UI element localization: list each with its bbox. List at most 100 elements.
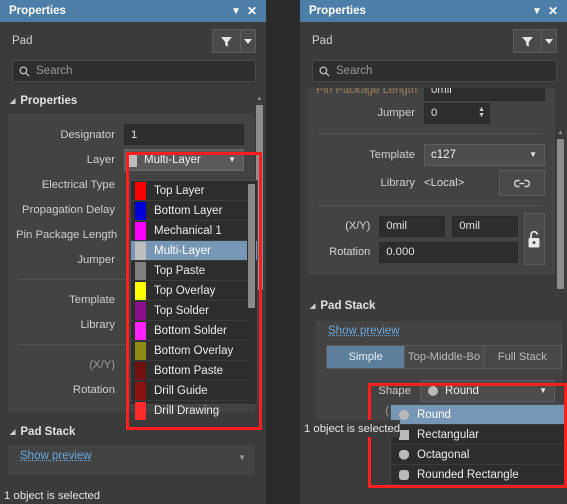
properties-section-label: Properties: [20, 95, 78, 107]
right-object-row: Pad: [300, 22, 567, 60]
left-object-row: Pad: [0, 22, 266, 60]
search-input[interactable]: Search: [312, 60, 557, 82]
layer-dropdown-scrollbar[interactable]: [247, 182, 256, 403]
layer-option[interactable]: Top Layer: [131, 181, 257, 201]
layer-option-label: Mechanical 1: [154, 224, 222, 237]
close-icon[interactable]: ✕: [545, 3, 561, 19]
jumper-value: 0: [431, 107, 438, 119]
layer-dropdown-list[interactable]: Top Layer Bottom Layer Mechanical 1 Multi-L…: [130, 180, 258, 421]
close-icon[interactable]: ✕: [244, 3, 260, 19]
layer-option[interactable]: Bottom Solder: [131, 321, 257, 341]
properties-section-header[interactable]: ◢ Properties: [0, 91, 266, 111]
layer-color-swatch: [135, 381, 146, 400]
link-icon[interactable]: [499, 170, 545, 196]
filter-dropdown-chevron-down-icon[interactable]: [240, 29, 256, 53]
y-input[interactable]: 0mil: [452, 215, 519, 237]
pad-stack-mode-top-middle-bottom[interactable]: Top-Middle-Bo: [405, 346, 484, 368]
pad-stack-chevron-down-icon[interactable]: ▼: [238, 453, 246, 462]
layer-option[interactable]: Drill Guide: [131, 381, 257, 401]
layer-option[interactable]: Multi-Layer: [131, 241, 257, 261]
pad-stack-mode-full-stack[interactable]: Full Stack: [483, 346, 561, 368]
pad-stack-section-header[interactable]: ◢ Pad Stack: [300, 296, 375, 316]
pad-stack-mode-simple[interactable]: Simple: [327, 346, 406, 368]
shape-dropdown-list[interactable]: Round Rectangular Octagonal Rounded Rectang…: [390, 404, 565, 486]
layer-color-swatch: [135, 201, 146, 220]
rotation-input[interactable]: 0.000: [379, 241, 519, 263]
right-panel-scrollbar[interactable]: ▲: [556, 130, 565, 300]
pin-package-length-input[interactable]: 0mil: [424, 88, 545, 101]
octagon-icon: [399, 449, 409, 460]
chevron-down-icon[interactable]: ▼: [228, 3, 244, 19]
left-status-bar: 1 object is selected: [0, 487, 101, 504]
layer-option[interactable]: Bottom Overlay: [131, 341, 257, 361]
xy-label: (X/Y): [345, 220, 371, 232]
layer-color-swatch: [135, 361, 146, 380]
right-panel-scroll-thumb[interactable]: [557, 139, 564, 289]
xy-label: (X/Y): [89, 358, 115, 371]
right-properties-card: Pin Package Length 0mil Jumper 0 ▲ ▼ Temp…: [308, 88, 555, 275]
layer-option-label: Top Overlay: [154, 284, 216, 297]
pad-stack-mode-segmented: Simple Top-Middle-Bo Full Stack: [326, 345, 562, 369]
layer-color-swatch: [135, 181, 146, 200]
shape-option[interactable]: Rounded Rectangle: [391, 465, 564, 485]
pin-package-length-value: 0mil: [431, 88, 452, 96]
shape-option-label: Octagonal: [417, 448, 470, 461]
scroll-up-arrow-icon[interactable]: ▲: [556, 130, 565, 136]
layer-option[interactable]: Top Paste: [131, 261, 257, 281]
pad-stack-section-header[interactable]: ◢ Pad Stack: [0, 422, 266, 442]
unlock-icon[interactable]: [524, 213, 545, 265]
chevron-down-icon[interactable]: ▼: [529, 3, 545, 19]
shape-option[interactable]: Round: [391, 405, 564, 425]
stepper-arrows-icon[interactable]: ▲ ▼: [478, 106, 485, 119]
designator-input[interactable]: 1: [124, 124, 244, 145]
layer-color-swatch: [135, 261, 146, 280]
template-combobox[interactable]: c127 ▼: [424, 143, 545, 166]
layer-option[interactable]: Mechanical 1: [131, 221, 257, 241]
pad-stack-section-label: Pad Stack: [320, 300, 376, 312]
layer-color-swatch: [128, 152, 137, 167]
layer-option[interactable]: Bottom Layer: [131, 201, 257, 221]
right-status-bar: 1 object is selected: [300, 420, 401, 437]
template-chevron-down-icon: ▼: [529, 150, 537, 159]
panel-title: Properties: [9, 5, 66, 17]
shape-option[interactable]: Octagonal: [391, 445, 564, 465]
pad-stack-card: Show preview ▼: [8, 445, 254, 475]
circle-icon: [428, 385, 438, 396]
search-placeholder: Search: [36, 65, 73, 77]
template-row: Template c127 ▼: [316, 141, 545, 168]
funnel-icon[interactable]: [212, 29, 240, 53]
layer-option[interactable]: Bottom Paste: [131, 361, 257, 381]
filter-dropdown-chevron-down-icon[interactable]: [541, 29, 557, 53]
layer-option-label: Top Paste: [154, 264, 206, 277]
show-preview-link[interactable]: Show preview: [16, 448, 92, 462]
jumper-stepper[interactable]: 0 ▲ ▼: [424, 102, 490, 124]
collapse-triangle-icon: ◢: [310, 303, 316, 310]
funnel-icon[interactable]: [513, 29, 541, 53]
layer-option-label: Bottom Layer: [154, 204, 223, 217]
object-type-label: Pad: [12, 35, 33, 47]
jumper-row: Jumper 0 ▲ ▼: [316, 100, 545, 126]
layer-option-label: Top Solder: [154, 304, 209, 317]
shape-option[interactable]: Rectangular: [391, 425, 564, 445]
layer-option[interactable]: Top Overlay: [131, 281, 257, 301]
xy-rotation-block: (X/Y) Rotation 0mil 0mil 0.000: [316, 213, 545, 265]
x-input[interactable]: 0mil: [379, 215, 446, 237]
shape-row: Shape Round ▼: [324, 378, 555, 403]
layer-combobox[interactable]: Multi-Layer ▼: [124, 148, 244, 171]
layer-dropdown-scroll-thumb[interactable]: [248, 184, 255, 308]
layer-option[interactable]: Top Solder: [131, 301, 257, 321]
rotation-label: Rotation: [72, 383, 115, 396]
layer-option-label: Bottom Solder: [154, 324, 227, 337]
show-preview-link[interactable]: Show preview: [324, 323, 400, 337]
shape-combobox[interactable]: Round ▼: [420, 379, 555, 402]
template-value: c127: [431, 148, 456, 161]
search-input[interactable]: Search: [12, 60, 256, 82]
scroll-up-arrow-icon[interactable]: ▲: [255, 96, 264, 102]
layer-color-swatch: [135, 281, 146, 300]
collapse-triangle-icon: ◢: [10, 429, 16, 436]
left-panel-titlebar: Properties ▼ ✕: [0, 0, 266, 22]
left-status-text: 1 object is selected: [4, 489, 101, 502]
shape-dropdown-items: Round Rectangular Octagonal Rounded Rectang…: [391, 405, 564, 485]
layer-option[interactable]: Drill Drawing: [131, 401, 257, 421]
right-panel-scroll-area: Pin Package Length 0mil Jumper 0 ▲ ▼ Temp…: [300, 88, 567, 293]
